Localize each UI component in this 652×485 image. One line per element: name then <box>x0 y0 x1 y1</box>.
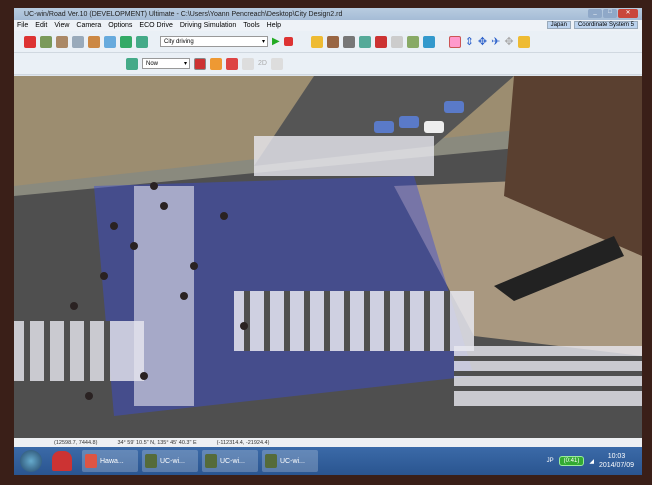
model-icon[interactable] <box>72 35 84 48</box>
play-icon[interactable]: ▶ <box>272 36 280 47</box>
stop-icon[interactable] <box>283 37 293 46</box>
sign-icon[interactable] <box>358 35 371 48</box>
taskbar: Hawa... UC-wi... UC-wi... UC-wi... JP (0… <box>14 447 642 475</box>
weather-icon[interactable] <box>126 57 138 70</box>
menu-tools[interactable]: Tools <box>243 22 259 29</box>
status-bar: (12598.7, 7444.8) 34° 59' 10.5" N, 135° … <box>14 438 642 447</box>
menu-view[interactable]: View <box>54 22 69 29</box>
taskbar-item-powerpoint[interactable]: Hawa... <box>82 450 138 472</box>
taskbar-item-ucwin-3[interactable]: UC-wi... <box>262 450 318 472</box>
status-latlon: 34° 59' 10.5" N, 135° 45' 40.3" E <box>117 439 197 446</box>
region-button[interactable]: Japan <box>546 21 571 29</box>
status-offset: (-112314.4, -21924.4) <box>216 439 270 446</box>
taskbar-item-ucwin-2[interactable]: UC-wi... <box>202 450 258 472</box>
close-button[interactable]: ✕ <box>618 9 638 18</box>
signal-play-icon[interactable] <box>194 57 206 70</box>
clock[interactable]: 10:03 2014/07/09 <box>599 452 634 470</box>
arrow-updown-icon[interactable]: ⇕ <box>465 35 474 48</box>
text-icon[interactable] <box>104 35 116 48</box>
maximize-button[interactable]: □ <box>603 9 617 18</box>
title-bar: UC-win/Road Ver.10 (DEVELOPMENT) Ultimat… <box>14 8 642 20</box>
alert-icon[interactable] <box>24 35 36 48</box>
time-toolbar: Now ▾ 2D <box>14 53 642 75</box>
fly-icon[interactable]: ✈ <box>491 35 500 48</box>
tree-icon[interactable] <box>120 35 132 48</box>
app-window: UC-win/Road Ver.10 (DEVELOPMENT) Ultimat… <box>14 8 642 475</box>
time-select[interactable]: Now ▾ <box>142 58 190 69</box>
volume-icon[interactable]: ◢ <box>589 458 594 465</box>
pan-icon[interactable]: ✥ <box>504 35 513 48</box>
2d-button[interactable]: 2D <box>258 60 267 67</box>
taskbar-item-ucwin-1[interactable]: UC-wi... <box>142 450 198 472</box>
ime-indicator[interactable]: JP <box>547 458 554 464</box>
minimize-button[interactable]: _ <box>588 9 602 18</box>
panel-icon[interactable] <box>136 35 148 48</box>
move-icon[interactable]: ✥ <box>478 35 487 48</box>
start-button[interactable] <box>20 450 42 472</box>
car-icon[interactable] <box>374 35 387 48</box>
measure-icon[interactable] <box>270 57 283 70</box>
window-title: UC-win/Road Ver.10 (DEVELOPMENT) Ultimat… <box>24 10 343 18</box>
main-toolbar: City driving ▾ ▶ ⇕ ✥ ✈ ✥ <box>14 31 642 53</box>
menu-file[interactable]: File <box>17 22 28 29</box>
people-icon[interactable] <box>88 35 100 48</box>
edit-road-icon[interactable] <box>310 35 323 48</box>
light-icon[interactable] <box>517 35 530 48</box>
map-icon[interactable] <box>40 35 52 48</box>
cloud-icon[interactable] <box>242 57 254 70</box>
system-tray: JP (0:41) ◢ 10:03 2014/07/09 <box>547 452 642 470</box>
status-coords: (12598.7, 7444.8) <box>54 439 98 446</box>
helmet-app-icon[interactable] <box>52 451 72 471</box>
camera-rotate-icon[interactable] <box>448 35 461 48</box>
road-icon[interactable] <box>342 35 355 48</box>
menu-driving-simulation[interactable]: Driving Simulation <box>180 22 236 29</box>
signal-stop-icon[interactable] <box>226 57 238 70</box>
coordinate-system-button[interactable]: Coordinate System 5 <box>573 21 638 29</box>
menu-options[interactable]: Options <box>108 22 132 29</box>
scenario-select[interactable]: City driving ▾ <box>160 36 268 47</box>
object-icon[interactable] <box>406 35 419 48</box>
person-icon[interactable] <box>56 35 68 48</box>
menu-bar: File Edit View Camera Options ECO Drive … <box>14 20 642 31</box>
timer-badge[interactable]: (0:41) <box>558 456 585 466</box>
terrain-icon[interactable] <box>326 35 339 48</box>
cube-icon[interactable] <box>422 35 435 48</box>
menu-camera[interactable]: Camera <box>76 22 101 29</box>
menu-eco-drive[interactable]: ECO Drive <box>139 22 172 29</box>
signal-icon[interactable] <box>210 57 222 70</box>
wall-icon[interactable] <box>390 35 403 48</box>
menu-help[interactable]: Help <box>267 22 281 29</box>
menu-edit[interactable]: Edit <box>35 22 47 29</box>
3d-viewport[interactable] <box>14 76 642 438</box>
